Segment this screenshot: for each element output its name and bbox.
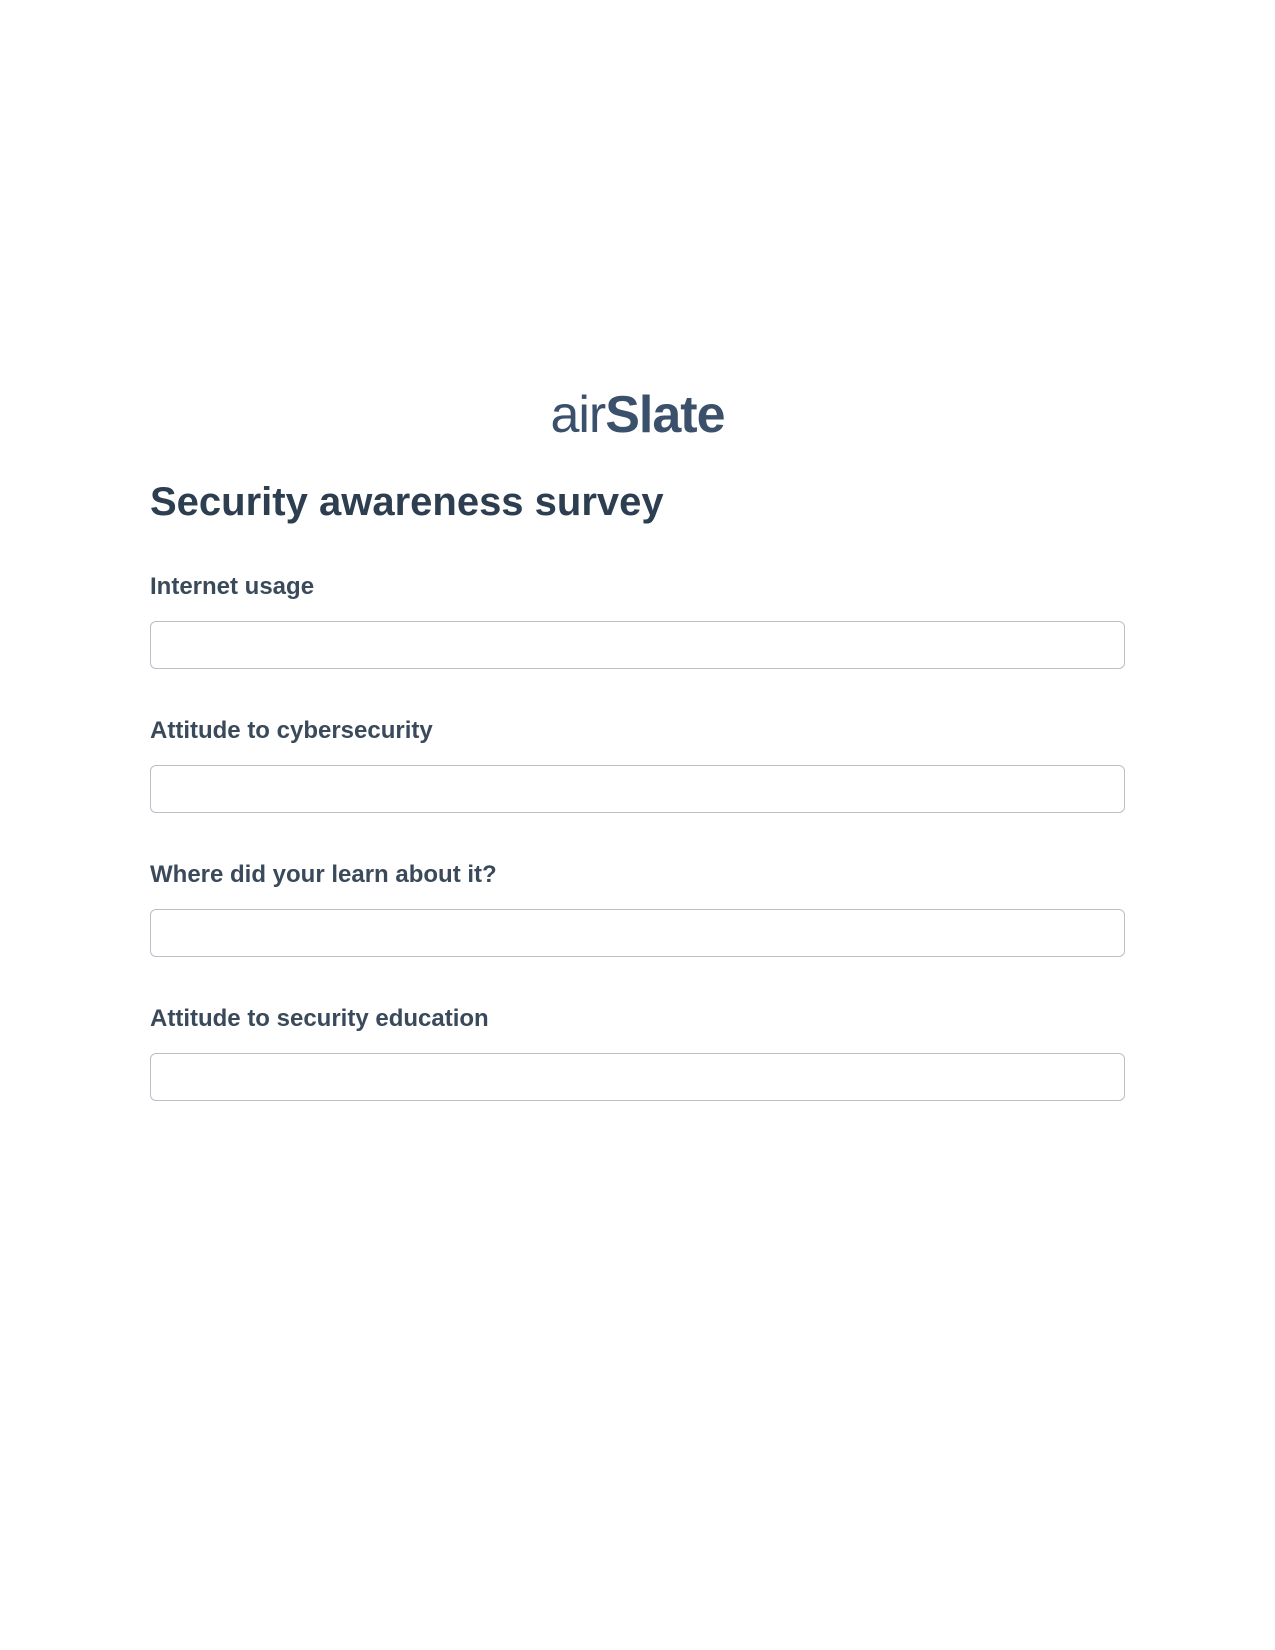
input-attitude-education[interactable] — [150, 1053, 1125, 1101]
field-group-internet-usage: Internet usage — [150, 573, 1125, 669]
input-attitude-cybersecurity[interactable] — [150, 765, 1125, 813]
input-where-learn[interactable] — [150, 909, 1125, 957]
label-where-learn: Where did your learn about it? — [150, 861, 1125, 889]
form-title: Security awareness survey — [150, 480, 1125, 525]
field-group-attitude-cybersecurity: Attitude to cybersecurity — [150, 717, 1125, 813]
label-attitude-cybersecurity: Attitude to cybersecurity — [150, 717, 1125, 745]
label-attitude-education: Attitude to security education — [150, 1005, 1125, 1033]
logo-part-slate: Slate — [605, 386, 724, 444]
survey-form: Security awareness survey Internet usage… — [150, 480, 1125, 1149]
brand-logo: airSlate — [550, 385, 724, 445]
logo-part-air: air — [550, 386, 605, 444]
field-group-attitude-education: Attitude to security education — [150, 1005, 1125, 1101]
input-internet-usage[interactable] — [150, 621, 1125, 669]
label-internet-usage: Internet usage — [150, 573, 1125, 601]
field-group-where-learn: Where did your learn about it? — [150, 861, 1125, 957]
